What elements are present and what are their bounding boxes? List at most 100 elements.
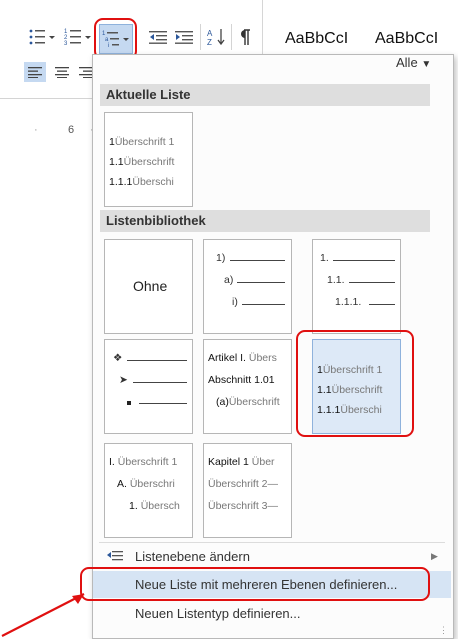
tile-number: Abschnitt 1.01 xyxy=(208,374,275,386)
tile-number: 1.1. xyxy=(327,274,345,286)
tile-text: Über xyxy=(251,456,275,468)
annotation-highlight-define-item xyxy=(80,567,430,601)
decrease-indent-button[interactable] xyxy=(148,28,168,46)
tile-text: Überschrift 2— xyxy=(208,478,279,490)
styles-more-label[interactable]: Alle ▼ xyxy=(396,55,431,70)
change-list-level-label: Listenebene ändern xyxy=(135,549,250,564)
tile-line: 1Überschrift 1 xyxy=(109,136,191,148)
align-right-icon xyxy=(79,67,93,78)
tile-text: Überschi xyxy=(132,176,174,188)
tile-number: A. xyxy=(117,478,127,490)
tile-number: 1) xyxy=(216,252,226,264)
resize-grip-icon[interactable]: ⋮ xyxy=(439,625,448,636)
tile-text: Überschri xyxy=(129,478,175,490)
styles-gallery[interactable]: AaBbCcI AaBbCcI xyxy=(262,0,458,56)
increase-indent-icon xyxy=(175,31,193,44)
tile-line: Kapitel 1 Über xyxy=(208,456,290,468)
tile-number: 1.1.1 xyxy=(109,176,133,188)
style-no-spacing[interactable]: AaBbCcI xyxy=(375,30,438,48)
current-list-tile[interactable]: 1Überschrift 1 1.1Überschrift 1.1.1Übers… xyxy=(104,112,193,207)
define-list-style-label: Neuen Listentyp definieren... xyxy=(135,606,301,621)
align-center-icon xyxy=(55,67,69,78)
change-list-level-item[interactable]: Listenebene ändern ▶ xyxy=(93,543,451,570)
bullet-list-icon xyxy=(29,29,55,45)
tile-line: (a)Überschrift xyxy=(216,396,290,408)
toolbar-divider xyxy=(231,24,232,50)
svg-text:Z: Z xyxy=(207,38,212,47)
list-decimal-tile[interactable]: 1. 1.1. 1.1.1. xyxy=(312,239,401,334)
annotation-arrow xyxy=(1,593,85,637)
list-none-tile[interactable]: Ohne xyxy=(104,239,193,334)
define-list-style-item[interactable]: Neuen Listentyp definieren... xyxy=(93,600,451,627)
tile-none-label: Ohne xyxy=(133,278,168,294)
tile-text: Überschrift xyxy=(228,396,280,408)
toolbar-divider xyxy=(200,24,201,50)
list-library-header: Listenbibliothek xyxy=(100,210,430,232)
list-chapter-tile[interactable]: Kapitel 1 Über Überschrift 2— Überschrif… xyxy=(203,443,292,538)
tile-line: 1. Übersch xyxy=(129,500,191,512)
diamond-bullet-icon: ❖ xyxy=(113,352,123,364)
tile-line: A. Überschri xyxy=(117,478,191,490)
tile-rule xyxy=(333,260,395,261)
ribbon-bottom-edge xyxy=(0,98,100,99)
tile-text: Überschrift 1 xyxy=(114,136,175,148)
list-bullets-tile[interactable]: ❖ ➤ xyxy=(104,339,193,434)
tile-line: 1.1.1Überschi xyxy=(109,176,191,188)
styles-more-text: Alle xyxy=(396,55,418,70)
tile-number: Artikel I. xyxy=(208,352,246,364)
tile-text: Übers xyxy=(248,352,277,364)
tile-text: Überschrift 3— xyxy=(208,500,279,512)
tile-number: 1.1.1. xyxy=(335,296,362,308)
numbered-list-icon: 1 2 3 xyxy=(64,29,91,47)
tile-line: Überschrift 2— xyxy=(208,478,290,490)
tile-number: 1.1 xyxy=(109,156,124,168)
current-list-header: Aktuelle Liste xyxy=(100,84,430,106)
list-level-icon xyxy=(107,551,123,561)
list-roman-tile[interactable]: I. Überschrift 1 A. Überschri 1. Übersch xyxy=(104,443,193,538)
submenu-arrow-icon: ▶ xyxy=(431,551,438,561)
arrow-bullet-icon: ➤ xyxy=(119,374,128,386)
list-articles-tile[interactable]: Artikel I. Übers Abschnitt 1.01 (a)Übers… xyxy=(203,339,292,434)
tile-text: Überschrift 1 xyxy=(117,456,178,468)
pilcrow-icon xyxy=(241,29,250,45)
tile-line: Abschnitt 1.01 xyxy=(208,374,290,386)
bullets-button[interactable] xyxy=(26,26,58,48)
align-center-button[interactable] xyxy=(52,62,72,82)
tile-rule xyxy=(127,360,187,361)
increase-indent-button[interactable] xyxy=(174,28,194,46)
tile-rule xyxy=(242,304,285,305)
numbering-button[interactable]: 1 2 3 xyxy=(62,26,94,48)
tile-number: a) xyxy=(224,274,234,286)
tile-rule xyxy=(349,282,395,283)
align-left-button[interactable] xyxy=(24,62,46,82)
square-bullet-icon xyxy=(127,401,131,405)
tile-rule xyxy=(133,382,187,383)
tile-line: 1.1Überschrift xyxy=(109,156,191,168)
tile-number: 1. xyxy=(320,252,329,264)
svg-text:3: 3 xyxy=(64,41,68,47)
tile-text: Überschrift xyxy=(123,156,175,168)
tile-rule xyxy=(230,260,285,261)
tile-line: Überschrift 3— xyxy=(208,500,290,512)
tile-number: i) xyxy=(232,296,238,308)
ruler: · 6 · xyxy=(0,122,100,140)
tile-number: 1. xyxy=(129,500,138,512)
tile-number: I. xyxy=(109,456,115,468)
style-normal[interactable]: AaBbCcI xyxy=(285,30,348,48)
sort-button[interactable]: A Z xyxy=(206,26,228,48)
list-paren-tile[interactable]: 1) a) i) xyxy=(203,239,292,334)
tile-number: (a) xyxy=(216,396,229,408)
tile-line: Artikel I. Übers xyxy=(208,352,290,364)
tile-rule xyxy=(369,304,395,305)
tile-text: Übersch xyxy=(140,500,180,512)
svg-text:A: A xyxy=(207,29,213,38)
ruler-tick: · xyxy=(34,124,38,136)
caret-down-icon: ▼ xyxy=(421,59,432,70)
tile-rule xyxy=(139,403,187,404)
tile-number: Kapitel 1 xyxy=(208,456,249,468)
tile-rule xyxy=(237,282,285,283)
tile-line: I. Überschrift 1 xyxy=(109,456,191,468)
decrease-indent-icon xyxy=(149,31,167,44)
ruler-number: 6 xyxy=(68,124,75,136)
show-formatting-button[interactable] xyxy=(234,26,256,48)
